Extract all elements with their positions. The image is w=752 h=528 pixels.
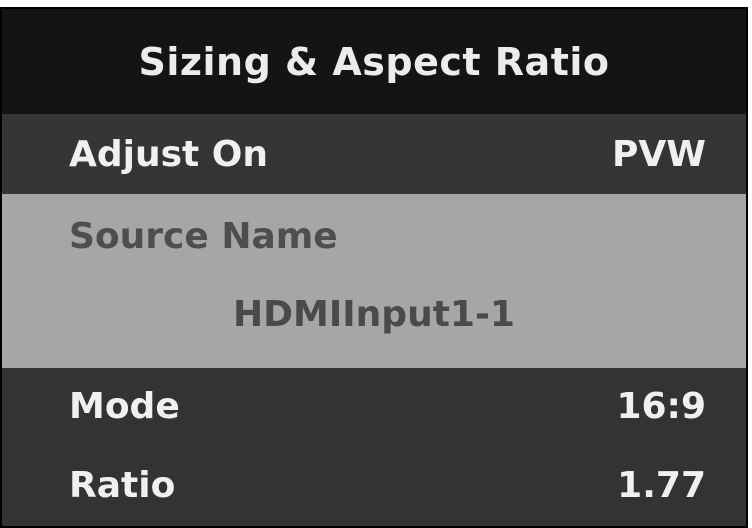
mode-value: 16:9 (616, 385, 706, 427)
sizing-aspect-ratio-panel: Sizing & Aspect Ratio Adjust On PVW Sour… (0, 7, 748, 528)
ratio-value: 1.77 (617, 464, 706, 506)
adjust-on-value: PVW (612, 133, 706, 175)
source-name-row[interactable]: Source Name HDMIInput1-1 (2, 194, 746, 368)
ratio-label: Ratio (69, 464, 176, 506)
adjust-on-label: Adjust On (69, 133, 269, 175)
page-title: Sizing & Aspect Ratio (138, 39, 610, 84)
source-name-label: Source Name (69, 216, 338, 257)
ratio-row[interactable]: Ratio 1.77 (2, 444, 746, 526)
title-bar: Sizing & Aspect Ratio (2, 9, 746, 114)
source-name-value: HDMIInput1-1 (233, 294, 515, 335)
mode-row[interactable]: Mode 16:9 (2, 368, 746, 444)
mode-label: Mode (69, 385, 180, 427)
adjust-on-row[interactable]: Adjust On PVW (2, 114, 746, 194)
